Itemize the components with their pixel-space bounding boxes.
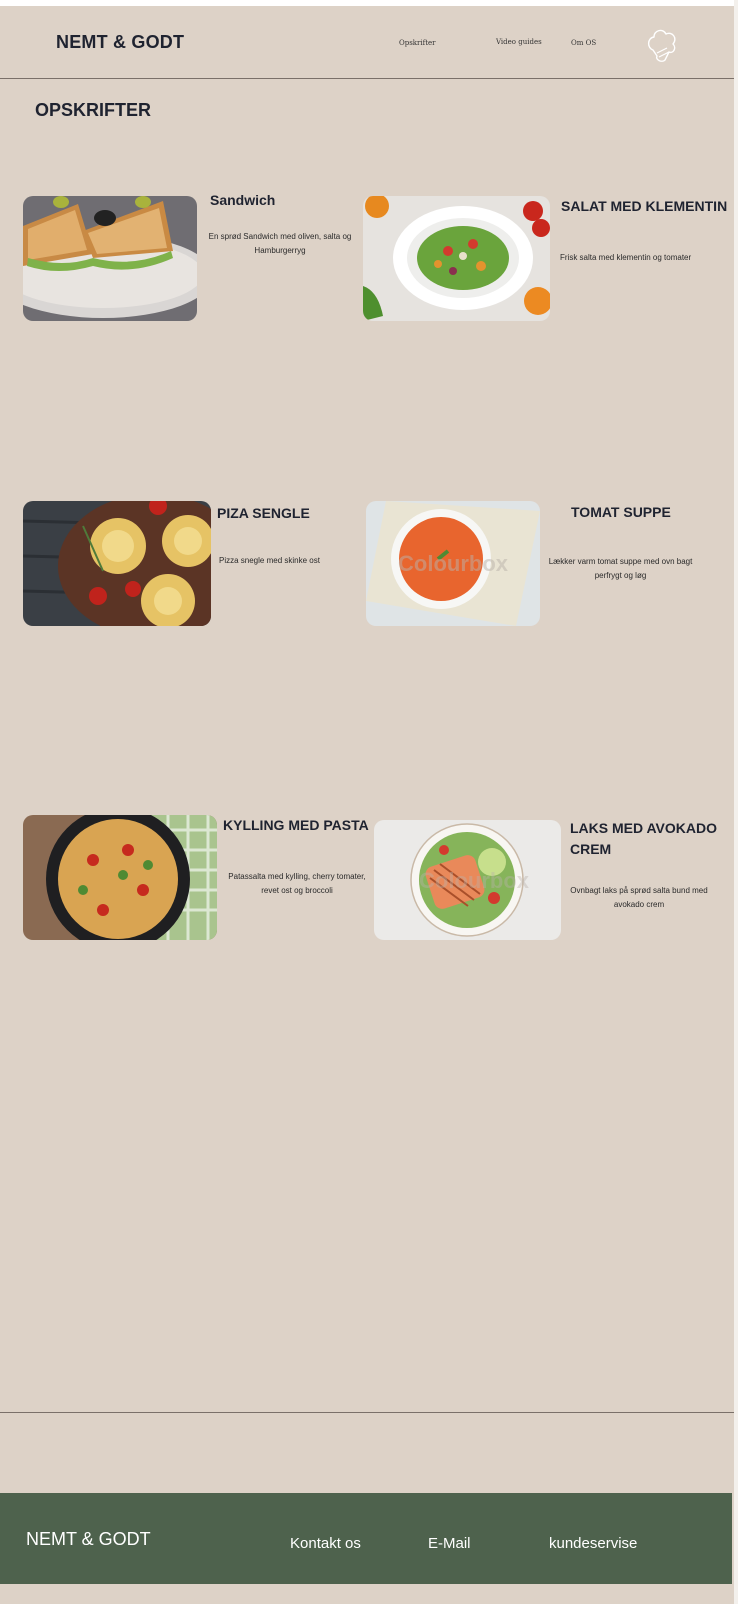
svg-text:Colourbox: Colourbox (398, 551, 509, 576)
footer-logo[interactable]: NEMT & GODT (26, 1529, 151, 1550)
recipe-desc-piza-sengle: Pizza snegle med skinke ost (219, 556, 320, 565)
chef-hat-icon[interactable] (645, 26, 679, 64)
pizza-snail-image[interactable] (23, 501, 211, 626)
site-header: NEMT & GODT Opskrifter Video guides Om O… (0, 6, 734, 79)
recipe-desc-kylling-pasta: Patassalta med kylling, cherry tomater, … (228, 872, 366, 895)
salad-clementine-image[interactable] (363, 196, 550, 321)
scrollbar-track[interactable] (734, 0, 738, 1604)
nav-link-opskrifter[interactable]: Opskrifter (399, 39, 436, 47)
recipe-title-piza-sengle[interactable]: PIZA SENGLE (217, 503, 310, 524)
recipe-desc-sandwich: En sprød Sandwich med oliven, salta og H… (208, 232, 352, 255)
tomato-soup-image[interactable]: Colourbox (366, 501, 540, 626)
recipe-title-kylling-pasta[interactable]: KYLLING MED PASTA (223, 815, 369, 836)
recipe-desc-laks-avokado: Ovnbagt laks på sprød salta bund med avo… (570, 886, 708, 909)
recipe-title-sandwich[interactable]: Sandwich (210, 190, 275, 211)
sandwich-image[interactable] (23, 196, 197, 321)
site-logo[interactable]: NEMT & GODT (56, 32, 184, 53)
salmon-avocado-image[interactable]: Colourbox (374, 820, 561, 940)
footer-divider (0, 1412, 734, 1413)
recipe-desc-salat: Frisk salta med klementin og tomater (560, 253, 692, 262)
recipe-desc-tomat-suppe: Lækker varm tomat suppe med ovn bagt per… (548, 557, 693, 580)
page-title: OPSKRIFTER (35, 100, 152, 120)
footer-link-email[interactable]: E-Mail (428, 1535, 471, 1552)
recipe-title-tomat-suppe[interactable]: TOMAT SUPPE (571, 502, 671, 523)
nav-link-video-guides[interactable]: Video guides (496, 38, 542, 46)
recipe-title-laks-avokado[interactable]: LAKS MED AVOKADO CREM (570, 818, 730, 860)
footer-link-kontakt[interactable]: Kontakt os (290, 1535, 361, 1552)
site-footer: NEMT & GODT Kontakt os E-Mail kundeservi… (0, 1493, 732, 1584)
svg-text:Colourbox: Colourbox (419, 868, 530, 893)
nav-link-om-os[interactable]: Om OS (571, 39, 596, 47)
footer-link-kundeservice[interactable]: kundeservise (549, 1535, 637, 1552)
chicken-pasta-image[interactable] (23, 815, 217, 940)
recipe-title-salat[interactable]: SALAT MED KLEMENTIN (561, 196, 727, 217)
